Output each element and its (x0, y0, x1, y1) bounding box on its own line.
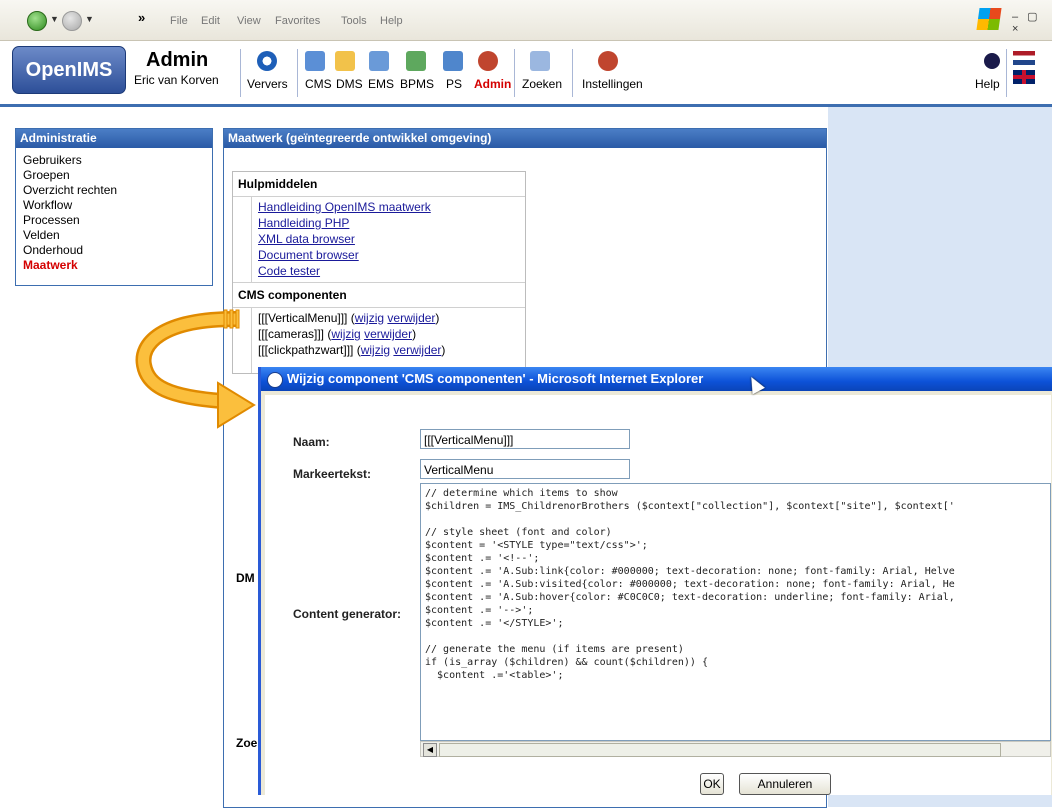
windows-logo-icon (976, 8, 1002, 30)
list-item: [[[VerticalMenu]]] (wijzig verwijder) (258, 311, 440, 325)
component-name: [[[clickpathzwart]]] (258, 343, 354, 357)
horizontal-scrollbar[interactable]: ◀ (420, 741, 1051, 757)
edit-link[interactable]: wijzig (361, 343, 390, 357)
menu-file[interactable]: File (170, 15, 188, 27)
browser-toolbar: ▼ ▼ » File Edit View Favorites Tools Hel… (0, 0, 1052, 41)
delete-link[interactable]: verwijder (364, 327, 412, 341)
edit-component-dialog: Wijzig component 'CMS componenten' - Mic… (258, 367, 1052, 795)
divider (240, 49, 241, 97)
curved-arrow-icon (135, 309, 256, 429)
window-controls[interactable]: – ▢ × (1012, 10, 1052, 35)
admin-panel-title: Administratie (16, 129, 212, 148)
hulpmiddelen-title: Hulpmiddelen (233, 172, 525, 197)
cancel-button[interactable]: Annuleren (739, 773, 831, 795)
page-title: Admin (146, 49, 209, 71)
sidebar-item-gebruikers[interactable]: Gebruikers (23, 153, 117, 168)
divider (1006, 49, 1007, 97)
code-text: // determine which items to show $childr… (425, 488, 955, 681)
cms-componenten-list: [[[VerticalMenu]]] (wijzig verwijder) [[… (251, 308, 525, 373)
toolbar-bpms[interactable]: BPMS (400, 77, 434, 91)
toolbar-admin[interactable]: Admin (474, 77, 511, 91)
sidebar-item-workflow[interactable]: Workflow (23, 198, 117, 213)
zoeken-section-title: Zoe (236, 736, 258, 750)
cms-icon[interactable] (305, 51, 325, 71)
component-name: [[[cameras]]] (258, 327, 325, 341)
search-icon[interactable] (530, 51, 550, 71)
menu-favorites[interactable]: Favorites (275, 15, 320, 27)
sidebar-item-velden[interactable]: Velden (23, 228, 117, 243)
toolbar-dms[interactable]: DMS (336, 77, 363, 91)
help-icon[interactable] (984, 53, 1000, 69)
component-name: [[[VerticalMenu]]] (258, 311, 348, 325)
sidebar-item-onderhoud[interactable]: Onderhoud (23, 243, 117, 258)
ems-icon[interactable] (369, 51, 389, 71)
scroll-left-icon[interactable]: ◀ (423, 743, 437, 757)
openims-logo: OpenIMS (12, 46, 126, 94)
sidebar-item-overzicht-rechten[interactable]: Overzicht rechten (23, 183, 117, 198)
bpms-icon[interactable] (406, 51, 426, 71)
forward-icon[interactable] (62, 11, 82, 31)
toolbar-ververs[interactable]: Ververs (247, 77, 288, 91)
naam-input[interactable]: [[[VerticalMenu]]] (420, 429, 630, 449)
folder-icon[interactable] (335, 51, 355, 71)
dialog-title: Wijzig component 'CMS componenten' - Mic… (287, 371, 704, 386)
toolbar-help[interactable]: Help (975, 77, 1000, 91)
person-settings-icon[interactable] (598, 51, 618, 71)
ok-button[interactable]: OK (700, 773, 724, 795)
menu-view[interactable]: View (237, 15, 261, 27)
toolbar-zoeken[interactable]: Zoeken (522, 77, 562, 91)
toolbar-instellingen[interactable]: Instellingen (582, 77, 643, 91)
admin-menu: Gebruikers Groepen Overzicht rechten Wor… (23, 153, 117, 273)
back-icon[interactable] (27, 11, 47, 31)
hulpmiddelen-links: Handleiding OpenIMS maatwerk Handleiding… (251, 197, 525, 282)
markeertekst-input[interactable]: VerticalMenu (420, 459, 630, 479)
dialog-body: Naam: [[[VerticalMenu]]] Markeertekst: V… (265, 395, 1051, 795)
content-generator-textarea[interactable]: // determine which items to show $childr… (420, 483, 1051, 741)
markeertekst-label: Markeertekst: (293, 467, 372, 481)
link-handleiding-php[interactable]: Handleiding PHP (258, 215, 525, 231)
menu-help[interactable]: Help (380, 15, 403, 27)
refresh-icon[interactable] (257, 51, 277, 71)
toolbar-overflow[interactable]: » (138, 10, 145, 25)
dms-section-title: DM (236, 571, 255, 585)
app-header: OpenIMS Admin Eric van Korven Ververs CM… (0, 41, 1052, 103)
edit-link[interactable]: wijzig (331, 327, 360, 341)
toolbar-cms[interactable]: CMS (305, 77, 332, 91)
divider (514, 49, 515, 97)
sidebar-item-processen[interactable]: Processen (23, 213, 117, 228)
dutch-flag-icon[interactable] (1013, 51, 1035, 65)
menu-edit[interactable]: Edit (201, 15, 220, 27)
link-handleiding-openims[interactable]: Handleiding OpenIMS maatwerk (258, 199, 525, 215)
maatwerk-panel-title: Maatwerk (geïntegreerde ontwikkel omgevi… (224, 129, 826, 148)
menu-tools[interactable]: Tools (341, 15, 367, 27)
link-document-browser[interactable]: Document browser (258, 247, 525, 263)
divider (572, 49, 573, 97)
link-xml-data-browser[interactable]: XML data browser (258, 231, 525, 247)
edit-link[interactable]: wijzig (355, 311, 384, 325)
content-generator-label: Content generator: (293, 607, 401, 621)
delete-link[interactable]: verwijder (387, 311, 435, 325)
link-code-tester[interactable]: Code tester (258, 263, 525, 279)
list-item: [[[cameras]]] (wijzig verwijder) (258, 327, 417, 341)
delete-link[interactable]: verwijder (393, 343, 441, 357)
user-name: Eric van Korven (134, 73, 219, 87)
dialog-titlebar[interactable]: Wijzig component 'CMS componenten' - Mic… (261, 367, 1052, 391)
uk-flag-icon[interactable] (1013, 70, 1035, 84)
toolbar-ps[interactable]: PS (446, 77, 462, 91)
sidebar-item-groepen[interactable]: Groepen (23, 168, 117, 183)
forward-dropdown-icon[interactable]: ▼ (85, 14, 94, 24)
cms-componenten-title: CMS componenten (233, 282, 525, 308)
toolbar-ems[interactable]: EMS (368, 77, 394, 91)
admin-panel: Administratie Gebruikers Groepen Overzic… (15, 128, 213, 286)
scroll-thumb[interactable] (439, 743, 1001, 757)
sidebar-item-maatwerk[interactable]: Maatwerk (23, 258, 117, 273)
back-dropdown-icon[interactable]: ▼ (50, 14, 59, 24)
ie-icon (267, 372, 283, 388)
ps-icon[interactable] (443, 51, 463, 71)
list-item: [[[clickpathzwart]]] (wijzig verwijder) (258, 343, 446, 357)
divider (297, 49, 298, 97)
hulpmiddelen-box: Hulpmiddelen Handleiding OpenIMS maatwer… (232, 171, 526, 374)
naam-label: Naam: (293, 435, 330, 449)
admin-people-icon[interactable] (478, 51, 498, 71)
